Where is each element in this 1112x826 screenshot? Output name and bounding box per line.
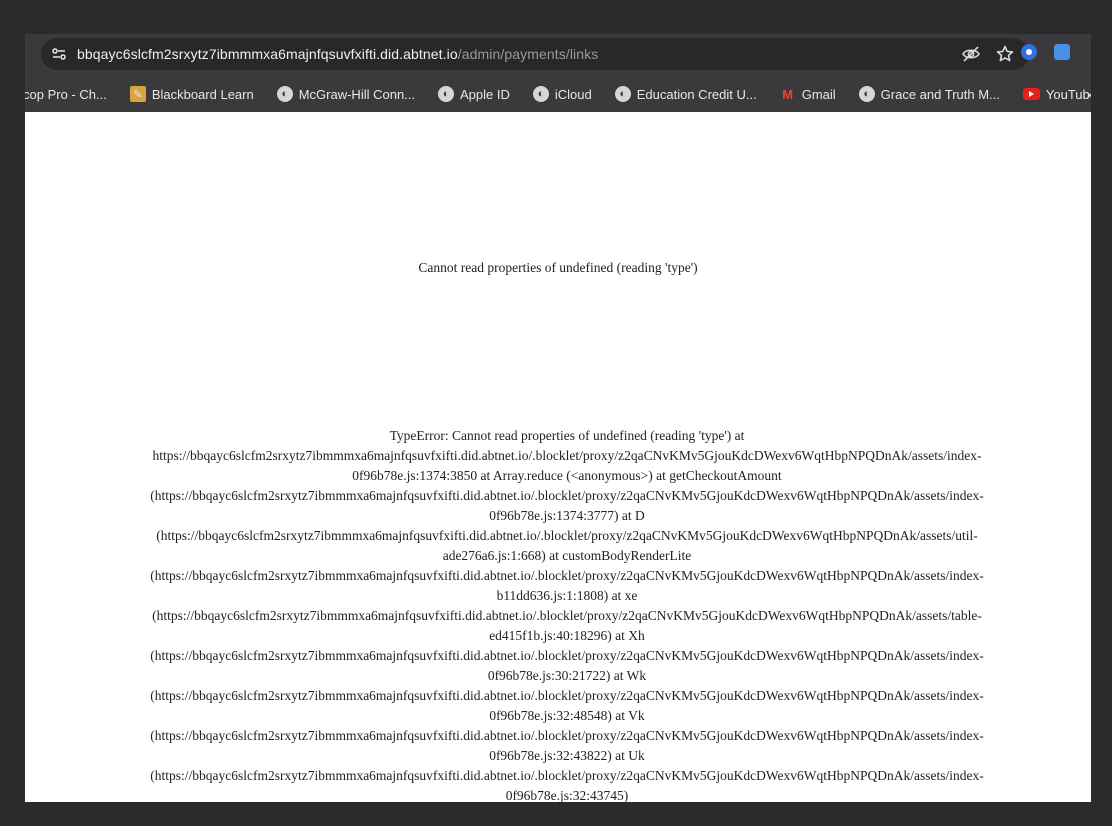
site-info-icon[interactable]: [51, 46, 67, 62]
star-icon[interactable]: [995, 44, 1015, 64]
error-stack-trace: TypeError: Cannot read properties of und…: [133, 426, 1001, 802]
stack-trace-line: 0f96b78e.js:32:48548) at Vk: [489, 708, 645, 723]
bookmark-item[interactable]: ◐ Grace and Truth M...: [858, 86, 1000, 102]
eye-off-icon[interactable]: [961, 44, 981, 64]
globe-icon: ◐: [438, 86, 455, 102]
stack-trace-line: 0f96b78e.js:1374:3850 at Array.reduce (<…: [352, 468, 782, 483]
extension-icon[interactable]: [1054, 44, 1070, 60]
bookmarks-overflow-button[interactable]: ›: [1086, 86, 1091, 102]
bookmark-item[interactable]: ◐ Education Credit U...: [614, 86, 757, 102]
bookmark-item[interactable]: cop Pro - Ch...: [25, 87, 107, 102]
stack-trace-line: (https://bbqayc6slcfm2srxytz7ibmmmxa6maj…: [150, 688, 984, 703]
stack-trace-line: b11dd636.js:1:1808) at xe: [496, 588, 638, 603]
youtube-icon: [1022, 88, 1040, 100]
stack-trace-line: 0f96b78e.js:1374:3777) at D: [489, 508, 645, 523]
url-host: bbqayc6slcfm2srxytz7ibmmmxa6majnfqsuvfxi…: [77, 46, 458, 62]
stack-trace-line: (https://bbqayc6slcfm2srxytz7ibmmmxa6maj…: [150, 728, 984, 743]
bookmark-item[interactable]: YouTube: [1022, 86, 1091, 102]
extensions-area: [1021, 44, 1070, 60]
stack-trace-line: https://bbqayc6slcfm2srxytz7ibmmmxa6majn…: [152, 448, 982, 463]
bookmark-label: Education Credit U...: [636, 86, 757, 102]
bookmark-label: cop Pro - Ch...: [25, 86, 107, 102]
globe-icon: ◐: [276, 86, 293, 102]
bookmark-item[interactable]: ◐ Apple ID: [438, 86, 510, 102]
stack-trace-line: ade276a6.js:1:668) at customBodyRenderLi…: [442, 548, 692, 563]
browser-window: bbqayc6slcfm2srxytz7ibmmmxa6majnfqsuvfxi…: [25, 34, 1091, 802]
bookmark-item[interactable]: ◐ iCloud: [532, 86, 592, 102]
address-bar[interactable]: bbqayc6slcfm2srxytz7ibmmmxa6majnfqsuvfxi…: [41, 38, 1029, 70]
stack-trace-line: TypeError: Cannot read properties of und…: [389, 428, 745, 443]
error-message: Cannot read properties of undefined (rea…: [418, 260, 698, 275]
bookmark-item[interactable]: ◐ McGraw-Hill Conn...: [276, 86, 416, 102]
browser-toolbar: bbqayc6slcfm2srxytz7ibmmmxa6majnfqsuvfxi…: [25, 34, 1091, 76]
bookmark-label: Gmail: [801, 86, 836, 102]
url-path: /admin/payments/links: [457, 46, 599, 62]
bookmark-label: Blackboard Learn: [151, 86, 254, 102]
stack-trace-line: 0f96b78e.js:32:43745): [505, 788, 629, 802]
stack-trace-line: (https://bbqayc6slcfm2srxytz7ibmmmxa6maj…: [150, 768, 984, 783]
bookmark-label: YouTube: [1045, 86, 1091, 102]
bookmarks-bar: cop Pro - Ch... ✎ Blackboard Learn ◐ McG…: [25, 76, 1091, 112]
gmail-icon: M: [782, 86, 794, 102]
bookmark-label: McGraw-Hill Conn...: [298, 86, 416, 102]
globe-icon: ◐: [858, 86, 875, 102]
stack-trace-line: (https://bbqayc6slcfm2srxytz7ibmmmxa6maj…: [156, 528, 978, 543]
stack-trace-line: 0f96b78e.js:32:43822) at Uk: [489, 748, 645, 763]
pencil-icon: ✎: [129, 86, 146, 102]
stack-trace-line: (https://bbqayc6slcfm2srxytz7ibmmmxa6maj…: [152, 608, 982, 623]
bookmark-item[interactable]: M Gmail: [780, 86, 836, 102]
stack-trace-line: ed415f1b.js:40:18296) at Xh: [489, 628, 645, 643]
address-bar-actions: [961, 44, 1015, 64]
stack-trace-line: (https://bbqayc6slcfm2srxytz7ibmmmxa6maj…: [150, 568, 984, 583]
globe-icon: ◐: [532, 86, 549, 102]
stack-trace-line: 0f96b78e.js:30:21722) at Wk: [487, 668, 647, 683]
stack-trace-line: (https://bbqayc6slcfm2srxytz7ibmmmxa6maj…: [150, 488, 984, 503]
bookmark-label: Grace and Truth M...: [880, 86, 1000, 102]
bookmark-label: iCloud: [554, 86, 592, 102]
globe-icon: ◐: [614, 86, 631, 102]
url-text[interactable]: bbqayc6slcfm2srxytz7ibmmmxa6majnfqsuvfxi…: [77, 46, 598, 62]
page-content: Cannot read properties of undefined (rea…: [25, 112, 1091, 802]
stack-trace-line: (https://bbqayc6slcfm2srxytz7ibmmmxa6maj…: [150, 648, 984, 663]
bookmark-item[interactable]: ✎ Blackboard Learn: [129, 86, 254, 102]
extension-icon[interactable]: [1021, 44, 1037, 60]
bookmark-label: Apple ID: [460, 86, 510, 102]
